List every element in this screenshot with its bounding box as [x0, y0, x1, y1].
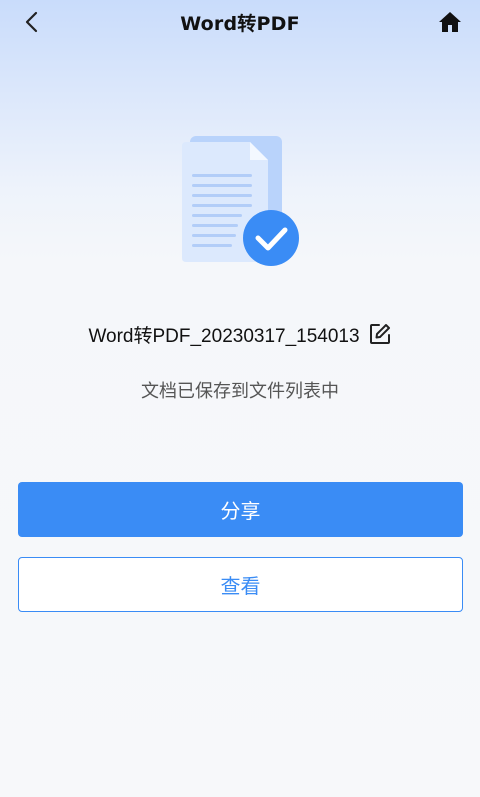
rename-button[interactable]: [368, 322, 392, 346]
share-button[interactable]: 分享: [18, 482, 463, 537]
saved-message: 文档已保存到文件列表中: [141, 381, 339, 402]
edit-icon: [369, 324, 390, 344]
file-name: Word转PDF_20230317_154013: [88, 325, 360, 347]
home-icon: [439, 12, 461, 32]
home-button[interactable]: [434, 7, 466, 37]
document-check-icon: [178, 134, 302, 270]
filename-row: Word转PDF_20230317_154013: [0, 320, 480, 348]
page-title: Word转PDF: [180, 13, 300, 35]
navigation-bar: Word转PDF: [0, 0, 480, 44]
view-button[interactable]: 查看: [18, 557, 463, 612]
result-page: Word转PDF Word转PDF_20230317_154013 文档已保存到…: [0, 0, 480, 797]
